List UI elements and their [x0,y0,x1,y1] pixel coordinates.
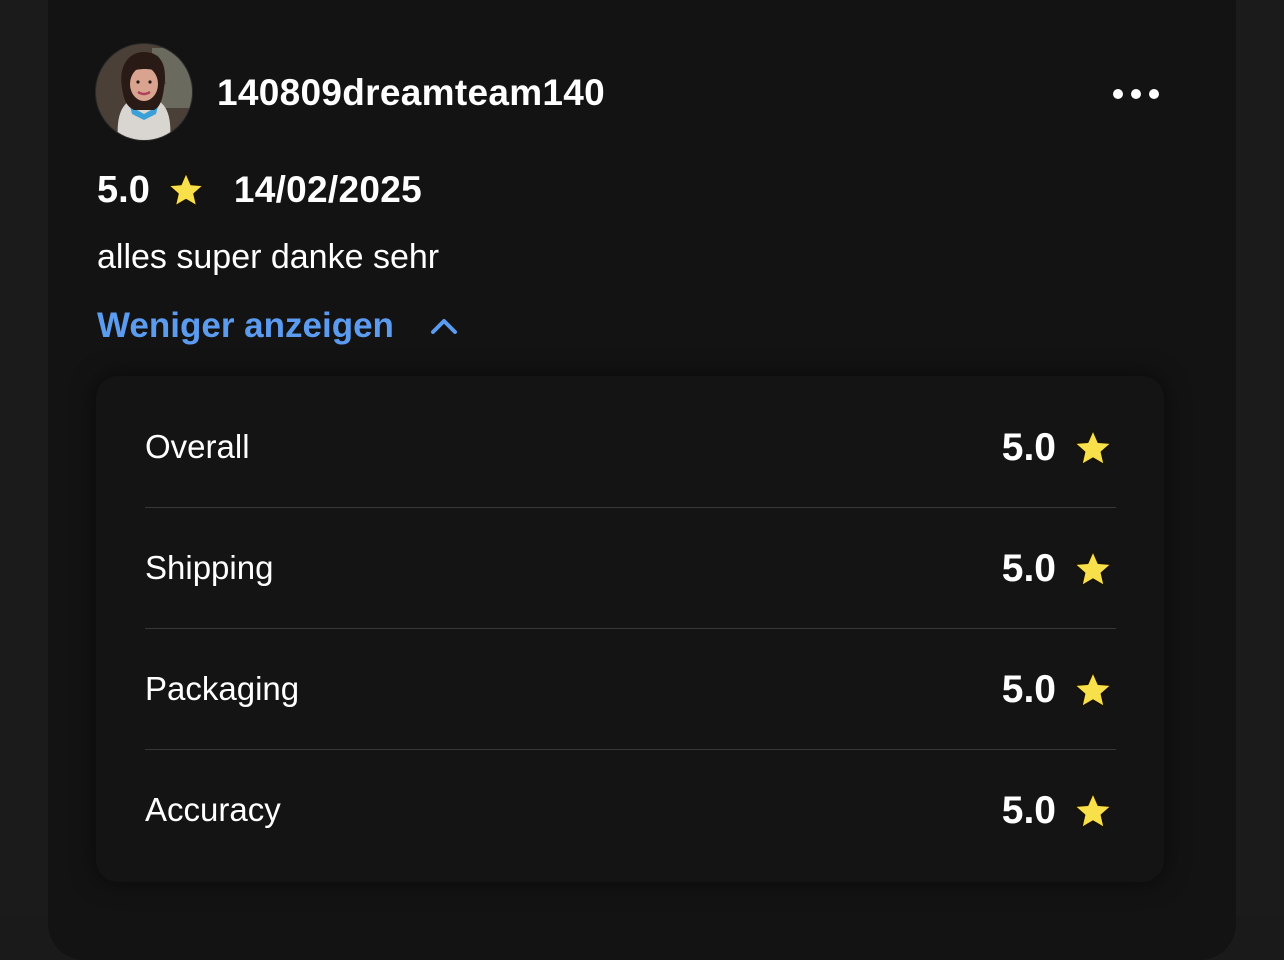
breakdown-row-packaging: Packaging 5.0 [145,630,1116,750]
breakdown-label: Accuracy [145,791,281,828]
breakdown-score-value: 5.0 [1001,668,1056,711]
breakdown-score: 5.0 [1002,426,1114,470]
review-rating-value: 5.0 [97,168,150,211]
rating-breakdown-panel: Overall 5.0 Shipping 5.0 Packaging 5.0 A… [96,376,1164,882]
show-less-link[interactable]: Weniger anzeigen [97,306,458,346]
star-icon [1073,792,1113,829]
more-horizontal-icon [1149,89,1159,99]
star-icon [167,172,205,207]
row-divider [145,749,1116,750]
breakdown-score-value: 5.0 [1001,789,1056,832]
review-date: 14/02/2025 [233,169,423,210]
breakdown-score: 5.0 [1002,547,1114,591]
more-horizontal-icon [1131,89,1141,99]
review-text: alles super danke sehr [97,238,440,276]
breakdown-label: Shipping [145,549,274,586]
breakdown-row-overall: Overall 5.0 [145,388,1116,508]
more-options-button[interactable] [1104,74,1168,114]
star-icon [1073,671,1113,708]
breakdown-score: 5.0 [1002,668,1114,712]
star-icon [1073,550,1113,587]
username[interactable]: 140809dreamteam140 [217,72,605,114]
star-icon [1073,429,1113,466]
breakdown-score-value: 5.0 [1001,547,1056,590]
review-header: 140809dreamteam140 [96,44,1168,142]
row-divider [145,507,1116,508]
breakdown-row-accuracy: Accuracy 5.0 [145,751,1116,871]
breakdown-label: Packaging [145,670,300,707]
show-less-label: Weniger anzeigen [97,306,394,345]
chevron-up-icon [430,319,457,334]
breakdown-label: Overall [145,428,250,465]
more-horizontal-icon [1113,89,1123,99]
breakdown-row-shipping: Shipping 5.0 [145,509,1116,629]
avatar[interactable] [96,44,192,140]
breakdown-score: 5.0 [1002,789,1114,833]
breakdown-score-value: 5.0 [1001,426,1056,469]
review-rating-line: 5.0 14/02/2025 [97,166,422,214]
row-divider [145,628,1116,629]
